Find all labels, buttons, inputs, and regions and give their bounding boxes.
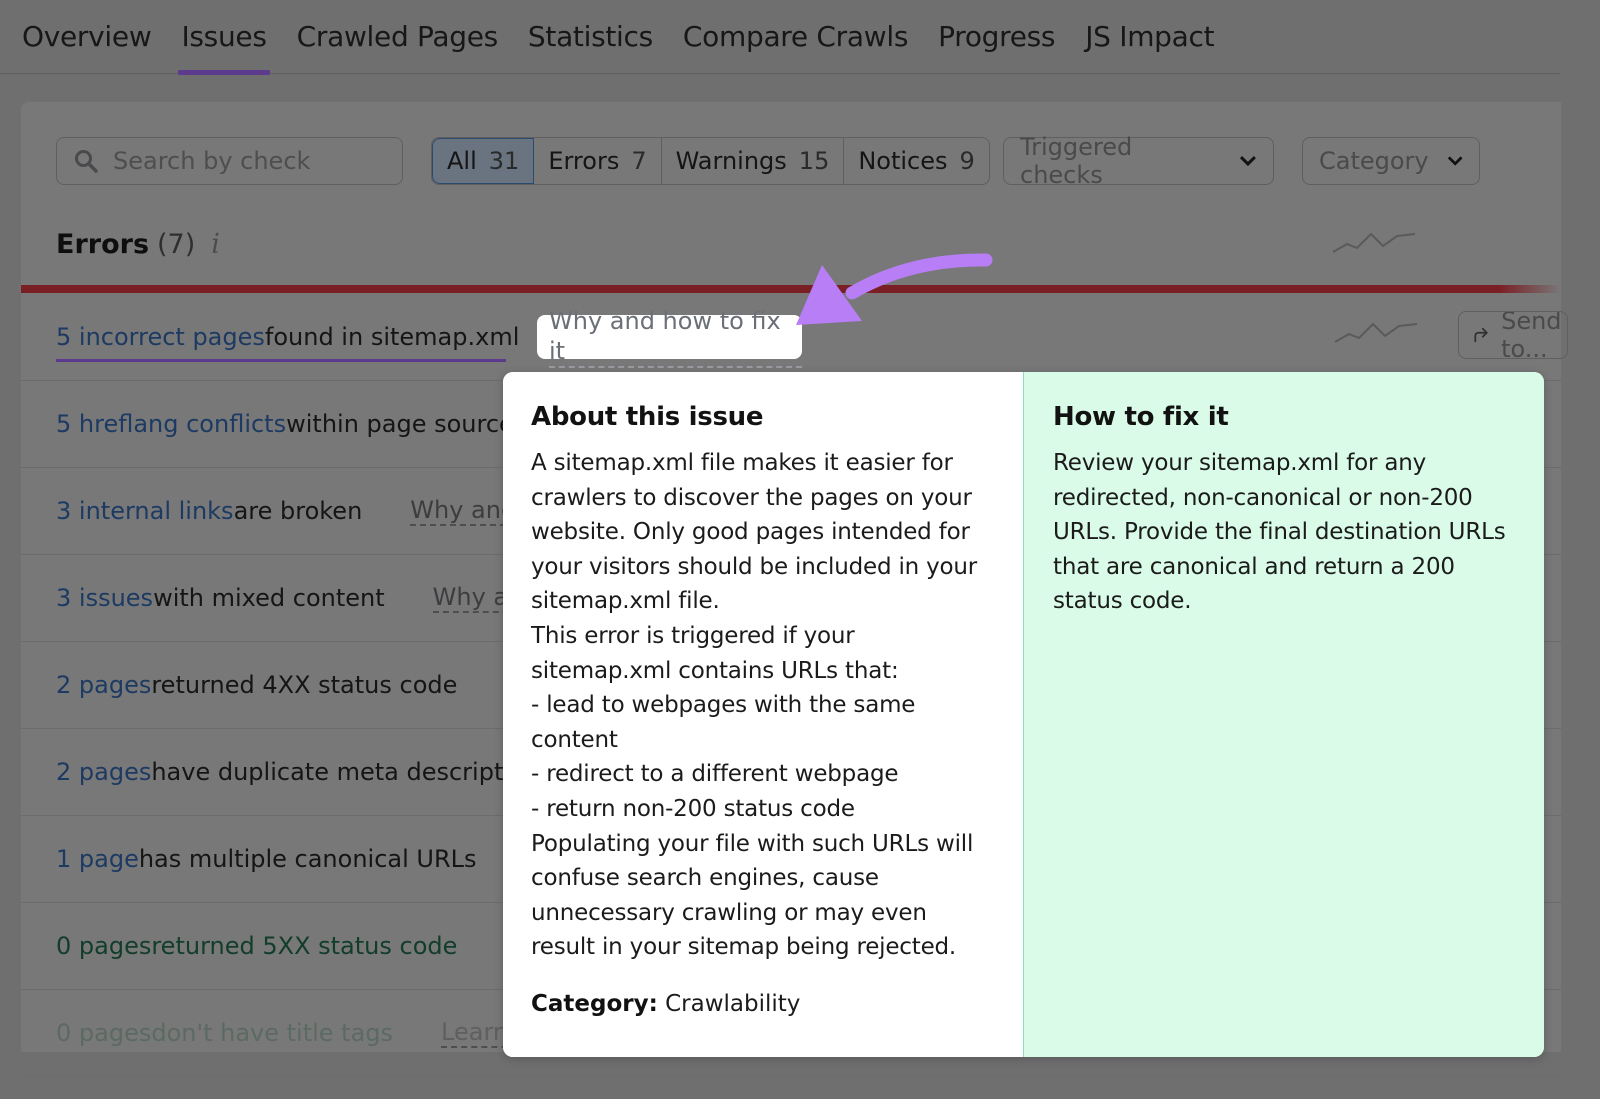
how-to-fix-body: Review your sitemap.xml for any redirect… bbox=[1053, 446, 1516, 619]
filter-count: 7 bbox=[631, 147, 647, 175]
send-to-label: Send to... bbox=[1501, 311, 1562, 359]
errors-section-title: Errors (7) i bbox=[56, 229, 220, 260]
issue-text: found in sitemap.xml bbox=[264, 323, 520, 351]
issue-count-link[interactable]: 3 internal links bbox=[56, 497, 234, 525]
filter-count: 9 bbox=[959, 147, 975, 175]
category-value: Crawlability bbox=[665, 990, 801, 1017]
how-to-fix-title: How to fix it bbox=[1053, 402, 1229, 432]
filter-label: All bbox=[447, 147, 477, 175]
tab-issues[interactable]: Issues bbox=[178, 0, 270, 75]
issue-details-popover: About this issue A sitemap.xml file make… bbox=[503, 372, 1544, 1057]
filter-all[interactable]: All 31 bbox=[432, 138, 535, 184]
how-to-fix-panel: How to fix it Review your sitemap.xml fo… bbox=[1024, 372, 1544, 1057]
filter-warnings[interactable]: Warnings 15 bbox=[662, 138, 845, 184]
issue-text: has multiple canonical URLs bbox=[138, 845, 477, 873]
about-paragraph: This error is triggered if your sitemap.… bbox=[531, 622, 899, 684]
tab-crawled-pages[interactable]: Crawled Pages bbox=[297, 0, 499, 74]
info-icon[interactable]: i bbox=[211, 229, 220, 260]
tab-compare-crawls[interactable]: Compare Crawls bbox=[683, 0, 909, 74]
send-to-button[interactable]: Send to... bbox=[1458, 311, 1568, 359]
about-paragraph: - lead to webpages with the same content bbox=[531, 692, 916, 753]
issue-text: don't have title tags bbox=[151, 1019, 394, 1047]
issue-category: Category: Crawlability bbox=[531, 991, 995, 1017]
about-paragraph: - redirect to a different webpage bbox=[531, 761, 899, 788]
errors-title: Errors bbox=[56, 229, 150, 260]
about-paragraph: - return non-200 status code bbox=[531, 795, 855, 822]
issue-count-link[interactable]: 5 incorrect pages bbox=[56, 323, 265, 351]
highlight-underline bbox=[56, 359, 506, 362]
chevron-down-icon bbox=[1447, 156, 1463, 166]
filter-label: Warnings bbox=[675, 147, 787, 175]
issue-text: are broken bbox=[233, 497, 363, 525]
tab-overview[interactable]: Overview bbox=[22, 0, 152, 74]
trend-sparkline-icon bbox=[1332, 232, 1416, 253]
search-input[interactable] bbox=[113, 147, 373, 175]
filter-label: Errors bbox=[548, 147, 620, 175]
tab-statistics[interactable]: Statistics bbox=[528, 0, 653, 74]
issue-count-link[interactable]: 2 pages bbox=[56, 671, 151, 699]
why-and-how-to-fix-button[interactable]: Why and how to fix it bbox=[537, 307, 802, 368]
annotation-arrow-icon bbox=[796, 253, 993, 325]
filter-count: 15 bbox=[798, 147, 830, 175]
filter-errors[interactable]: Errors 7 bbox=[534, 138, 662, 184]
issue-count-link[interactable]: 2 pages bbox=[56, 758, 151, 786]
search-box[interactable] bbox=[56, 137, 403, 185]
about-paragraph: A sitemap.xml file makes it easier for c… bbox=[531, 450, 978, 615]
issue-count-link[interactable]: 3 issues bbox=[56, 584, 153, 612]
errors-count: (7) bbox=[157, 229, 196, 260]
about-issue-title: About this issue bbox=[531, 402, 764, 432]
issue-count-text: 0 pages bbox=[56, 932, 152, 960]
why-and-how-label: Why and how to fix it bbox=[549, 306, 802, 368]
filter-label: Notices bbox=[858, 147, 948, 175]
search-icon bbox=[75, 150, 98, 173]
chevron-down-icon bbox=[1240, 155, 1257, 167]
fix-paragraph: Review your sitemap.xml for any redirect… bbox=[1053, 450, 1506, 615]
about-issue-body: A sitemap.xml file makes it easier for c… bbox=[531, 446, 995, 965]
tab-progress[interactable]: Progress bbox=[938, 0, 1055, 74]
severity-filter: All 31 Errors 7 Warnings 15 Notices 9 bbox=[431, 137, 990, 185]
about-issue-panel: About this issue A sitemap.xml file make… bbox=[503, 372, 1024, 1057]
issue-count-text: 0 pages bbox=[56, 1019, 152, 1047]
issue-text: have duplicate meta descriptions bbox=[151, 758, 553, 786]
filter-count: 31 bbox=[488, 147, 520, 175]
about-paragraph: Populating your file with such URLs will… bbox=[531, 830, 974, 961]
trend-sparkline-icon bbox=[1334, 322, 1418, 343]
main-tabs: Overview Issues Crawled Pages Statistics… bbox=[0, 0, 1560, 75]
issue-text: with mixed content bbox=[153, 584, 385, 612]
issue-text: returned 4XX status code bbox=[151, 671, 458, 699]
category-label: Category: bbox=[531, 990, 658, 1017]
dropdown-label: Triggered checks bbox=[1020, 133, 1133, 189]
filter-notices[interactable]: Notices 9 bbox=[844, 138, 988, 184]
dropdown-label: Category bbox=[1319, 147, 1429, 175]
share-arrow-icon bbox=[1474, 327, 1488, 343]
issue-count-link[interactable]: 5 hreflang conflicts bbox=[56, 410, 286, 438]
tab-js-impact[interactable]: JS Impact bbox=[1085, 0, 1214, 74]
category-dropdown[interactable]: Category bbox=[1302, 137, 1480, 185]
triggered-checks-dropdown[interactable]: Triggered checks bbox=[1003, 133, 1274, 189]
issue-count-link[interactable]: 1 page bbox=[56, 845, 139, 873]
issue-text: returned 5XX status code bbox=[151, 932, 458, 960]
